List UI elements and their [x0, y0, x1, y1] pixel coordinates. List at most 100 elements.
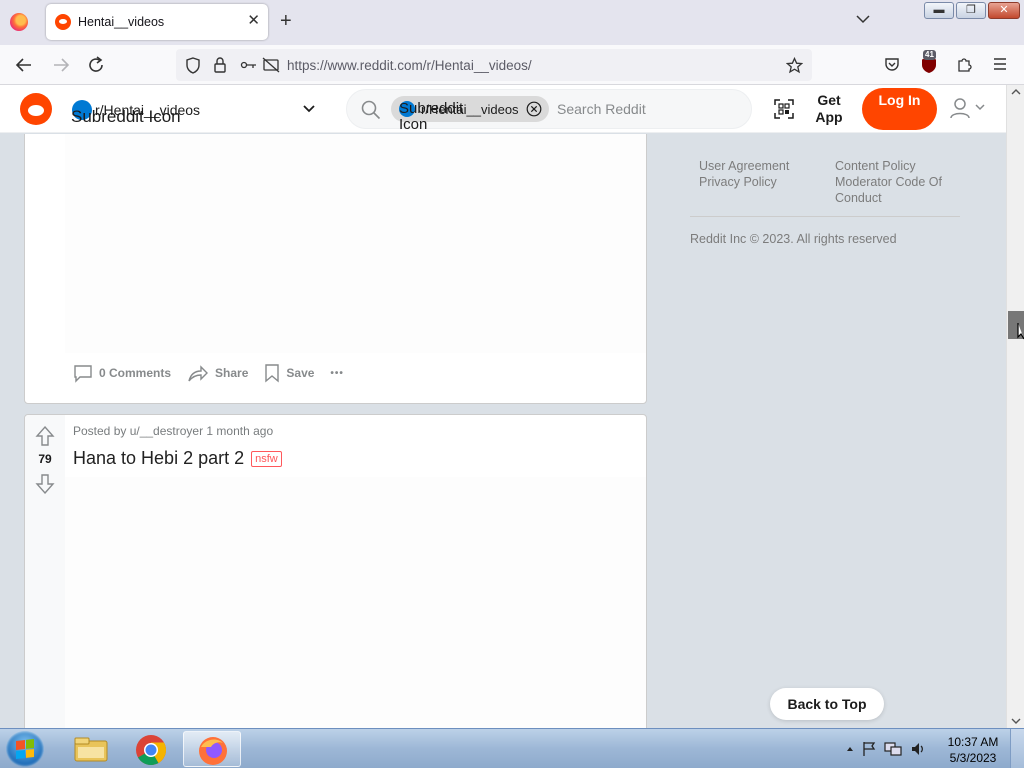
save-button[interactable]: Save: [264, 363, 314, 383]
url-text: https://www.reddit.com/r/Hentai__videos/: [287, 58, 532, 73]
back-arrow-icon[interactable]: [15, 56, 33, 74]
taskbar-chrome[interactable]: [122, 731, 180, 767]
post-card[interactable]: 79 Posted by u/__destroyer 1 month ago H…: [24, 414, 647, 728]
vote-column: 79: [25, 415, 65, 728]
post-meta[interactable]: Posted by u/__destroyer 1 month ago: [73, 424, 273, 438]
show-desktop-button[interactable]: [1010, 729, 1024, 768]
comment-icon: [74, 365, 92, 383]
qr-code-icon[interactable]: [774, 99, 794, 119]
upvote-arrow-icon[interactable]: [35, 425, 55, 447]
chevron-down-icon: [303, 105, 315, 113]
share-button[interactable]: Share: [187, 363, 248, 383]
post-actions: 0 Comments Share Save •••: [73, 363, 360, 383]
shield-icon[interactable]: [185, 57, 201, 74]
taskbar-firefox[interactable]: [183, 731, 241, 767]
save-label: Save: [286, 366, 315, 380]
network-icon[interactable]: [884, 741, 902, 757]
close-window-button[interactable]: ✕: [988, 2, 1020, 19]
browser-nav-bar: https://www.reddit.com/r/Hentai__videos/…: [0, 45, 1024, 85]
taskbar-clock[interactable]: 10:37 AM 5/3/2023: [940, 734, 1006, 766]
log-in-button[interactable]: Log In: [862, 88, 937, 130]
minimize-icon: ▬: [933, 4, 945, 16]
window-controls: ▬ ❐ ✕: [924, 2, 1020, 19]
chrome-icon: [136, 735, 167, 766]
windows-explorer-icon: [74, 737, 108, 762]
show-hidden-icons-icon[interactable]: [846, 746, 854, 752]
taskbar-explorer[interactable]: [62, 731, 120, 767]
more-options-button[interactable]: •••: [330, 368, 344, 379]
firefox-icon: [199, 737, 227, 765]
post-card[interactable]: 0 Comments Share Save •••: [24, 134, 647, 404]
privacy-policy-link[interactable]: Privacy Policy: [699, 174, 835, 206]
blocked-media-icon[interactable]: [262, 57, 280, 73]
browser-tab[interactable]: Hentai__videos ✕: [46, 4, 268, 40]
downvote-arrow-icon[interactable]: [35, 473, 55, 495]
reddit-favicon-icon: [55, 14, 71, 30]
scroll-down-icon[interactable]: [1011, 718, 1021, 725]
back-to-top-button[interactable]: Back to Top: [770, 688, 884, 720]
bookmark-icon: [265, 364, 280, 383]
nsfw-badge: nsfw: [251, 450, 282, 467]
search-icon: [361, 100, 381, 120]
maximize-icon: ❐: [966, 4, 976, 16]
action-center-flag-icon[interactable]: [862, 741, 876, 757]
windows-logo-icon: [16, 739, 34, 759]
clear-chip-icon[interactable]: [526, 101, 542, 117]
maximize-button[interactable]: ❐: [956, 2, 986, 19]
post-media[interactable]: [65, 477, 646, 728]
volume-icon[interactable]: [910, 741, 926, 757]
scroll-up-icon[interactable]: [1011, 88, 1021, 95]
list-all-tabs-icon[interactable]: [856, 14, 870, 24]
share-label: Share: [215, 366, 249, 380]
windows-taskbar: 10:37 AM 5/3/2023: [0, 728, 1024, 768]
new-tab-button[interactable]: +: [280, 11, 292, 31]
post-media[interactable]: [65, 134, 646, 353]
extensions-puzzle-icon[interactable]: [956, 56, 973, 73]
close-icon: ✕: [999, 4, 1009, 16]
post-title-row[interactable]: Hana to Hebi 2 part 2 nsfw: [73, 448, 282, 469]
footer-links: User Agreement Content Policy Privacy Po…: [690, 158, 960, 217]
mouse-cursor-icon: [1017, 323, 1024, 340]
content-policy-link[interactable]: Content Policy: [835, 158, 960, 174]
browser-tab-bar: Hentai__videos ✕ + ▬ ❐ ✕: [0, 0, 1024, 45]
pocket-icon[interactable]: [884, 56, 900, 72]
reddit-header: r/Hentai__videos Subreddit Icon r/Hentai…: [0, 85, 1006, 133]
system-tray: [846, 741, 926, 757]
subreddit-icon-alt-text: Subreddit Icon: [71, 107, 181, 126]
tab-close-button[interactable]: ✕: [247, 13, 260, 29]
sidebar-footer: User Agreement Content Policy Privacy Po…: [690, 158, 960, 246]
more-options-icon: •••: [330, 367, 344, 379]
comments-button[interactable]: 0 Comments: [73, 363, 171, 383]
subreddit-icon-alt-text: Subreddit Icon: [399, 100, 464, 133]
firefox-menu-icon[interactable]: [10, 13, 28, 31]
bookmark-star-icon[interactable]: [786, 57, 803, 74]
minimize-button[interactable]: ▬: [924, 2, 954, 19]
start-button[interactable]: [6, 731, 44, 767]
clock-date: 5/3/2023: [949, 751, 997, 765]
hamburger-menu-icon[interactable]: [992, 56, 1008, 72]
main-feed: 0 Comments Share Save ••• 79 Posted by u…: [0, 134, 1006, 728]
user-menu-icon[interactable]: [950, 98, 988, 120]
copyright-text: Reddit Inc © 2023. All rights reserved: [690, 232, 897, 246]
search-input[interactable]: Search Reddit: [557, 101, 646, 117]
reddit-logo-icon[interactable]: [20, 93, 52, 125]
user-agreement-link[interactable]: User Agreement: [699, 158, 835, 174]
get-app-button[interactable]: Get App: [806, 92, 852, 126]
page-scrollbar[interactable]: [1006, 85, 1024, 728]
lock-icon[interactable]: [213, 57, 227, 74]
comments-label: 0 Comments: [99, 366, 172, 380]
tab-title: Hentai__videos: [78, 15, 165, 29]
clock-time: 10:37 AM: [947, 735, 999, 749]
forward-arrow-icon[interactable]: [52, 56, 70, 74]
community-dropdown[interactable]: r/Hentai__videos Subreddit Icon: [70, 92, 328, 126]
permissions-icon[interactable]: [240, 58, 258, 72]
search-subreddit-chip[interactable]: r/Hentai__videos Subreddit Icon: [391, 96, 549, 133]
vote-count: 79: [38, 452, 52, 466]
url-bar[interactable]: https://www.reddit.com/r/Hentai__videos/: [176, 49, 812, 81]
reload-icon[interactable]: [87, 56, 105, 74]
post-title[interactable]: Hana to Hebi 2 part 2: [73, 448, 244, 469]
share-icon: [188, 365, 209, 382]
search-bar[interactable]: r/Hentai__videos Subreddit Icon Search R…: [346, 89, 752, 133]
moderator-code-link[interactable]: Moderator Code Of Conduct: [835, 174, 960, 206]
extension-badge: 41: [923, 50, 936, 60]
